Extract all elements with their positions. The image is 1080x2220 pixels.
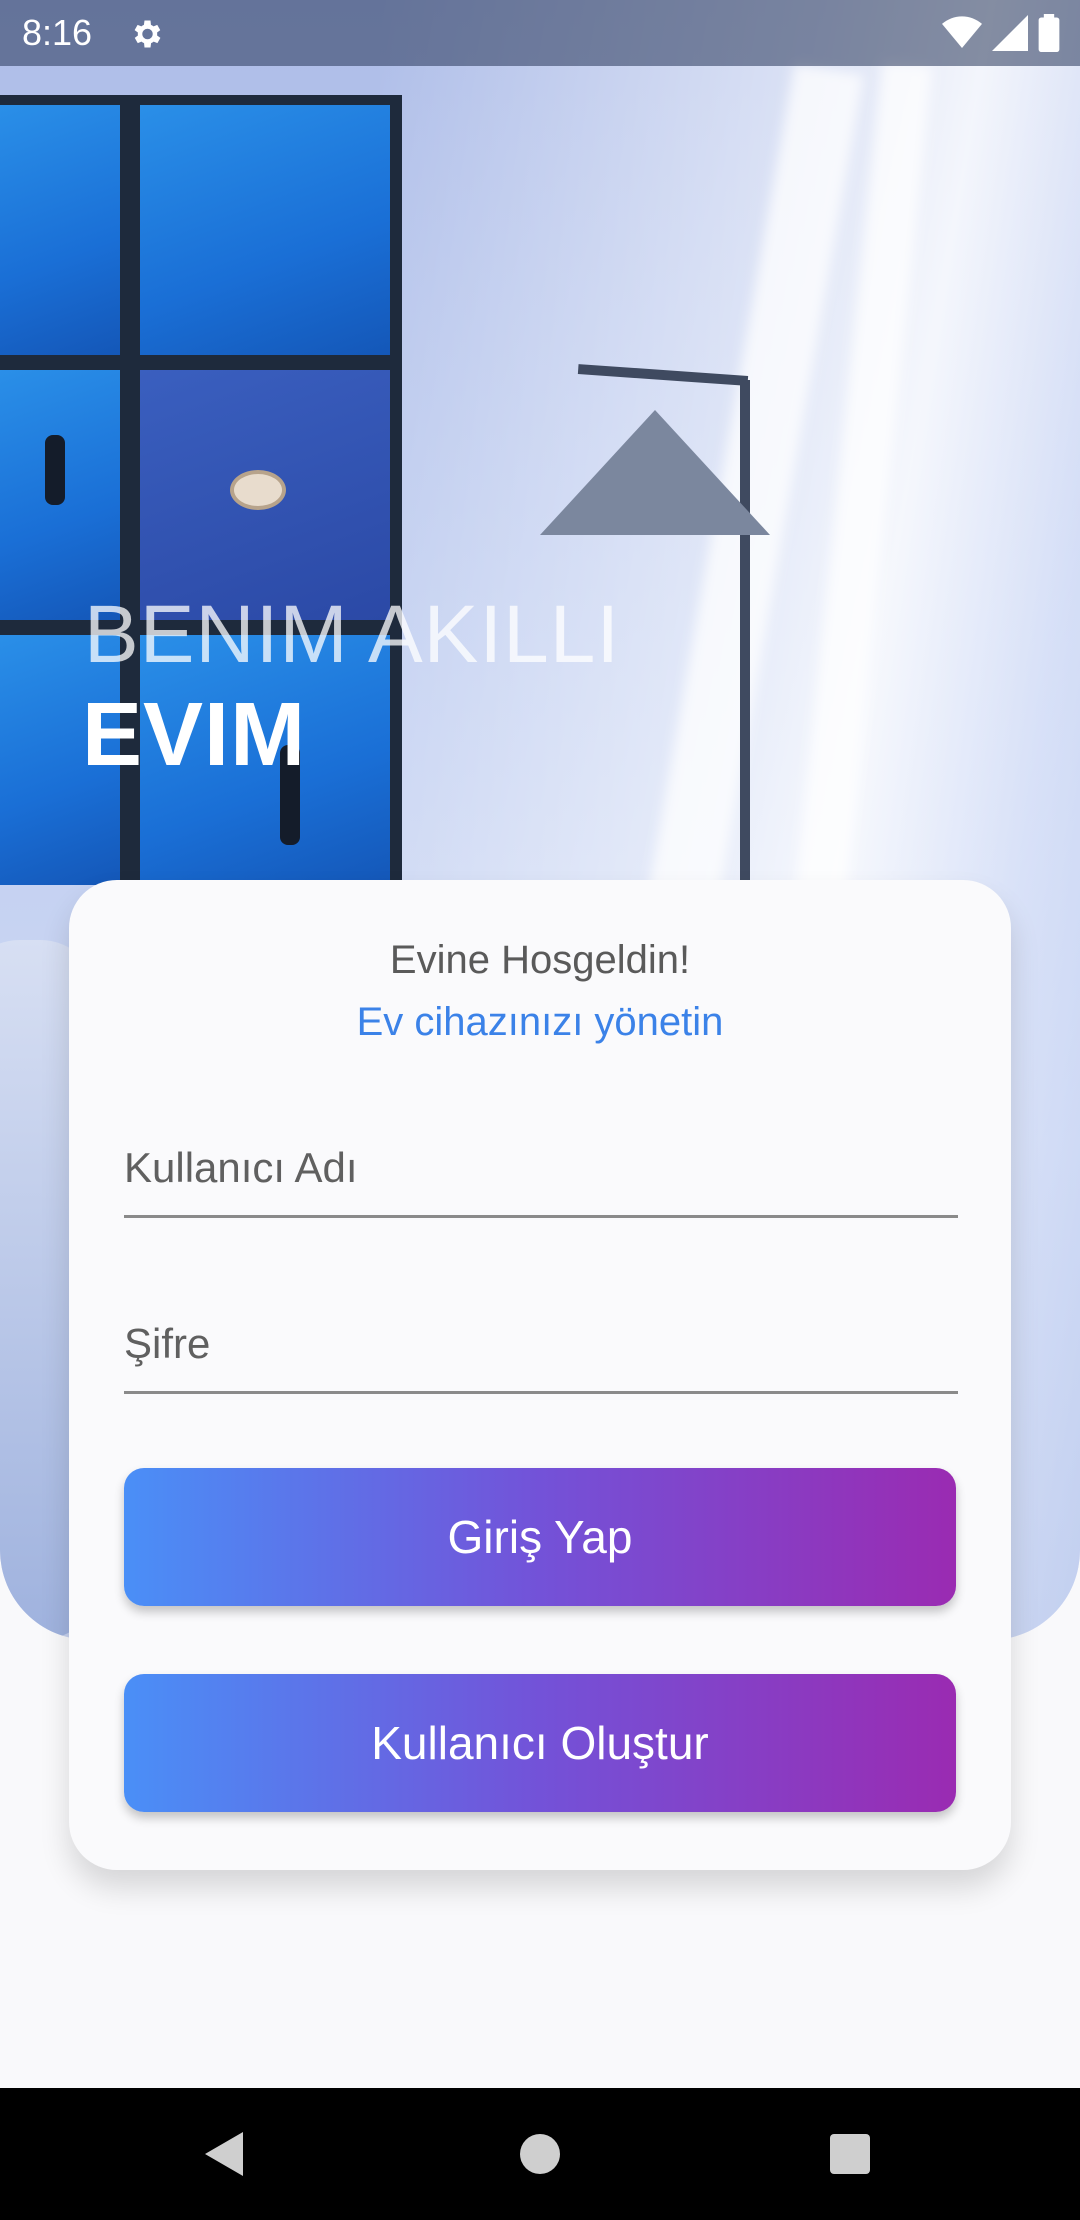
gear-icon	[128, 16, 164, 52]
welcome-title: Evine Hosgeldin!	[389, 938, 691, 982]
door-knob	[230, 470, 286, 510]
recents-icon[interactable]	[830, 2134, 870, 2174]
password-input[interactable]	[124, 1286, 958, 1391]
password-field[interactable]	[124, 1286, 958, 1394]
create-user-button[interactable]: Kullanıcı Oluştur	[124, 1674, 956, 1812]
status-time: 8:16	[22, 12, 93, 53]
cell-signal-icon	[992, 15, 1028, 51]
home-icon[interactable]	[520, 2134, 560, 2174]
back-icon[interactable]	[205, 2132, 243, 2176]
login-button[interactable]: Giriş Yap	[124, 1468, 956, 1606]
wifi-icon	[942, 16, 982, 48]
door-latch	[45, 435, 65, 505]
navigation-bar	[0, 2088, 1080, 2220]
username-field[interactable]	[124, 1110, 958, 1218]
hero-title-line1: BENIM AKILLI	[84, 589, 621, 680]
username-input[interactable]	[124, 1110, 958, 1215]
lamp-shade	[540, 410, 770, 535]
hero-title-line2: EVIM	[82, 685, 307, 785]
battery-icon	[1038, 14, 1060, 52]
status-icons	[942, 14, 1060, 52]
welcome-subtitle: Ev cihazınızı yönetin	[356, 1000, 724, 1044]
login-screen: BENIM AKILLI EVIM 8:16 Evine Hosgeldin! …	[0, 0, 1080, 2220]
status-bar: 8:16	[0, 0, 1080, 66]
